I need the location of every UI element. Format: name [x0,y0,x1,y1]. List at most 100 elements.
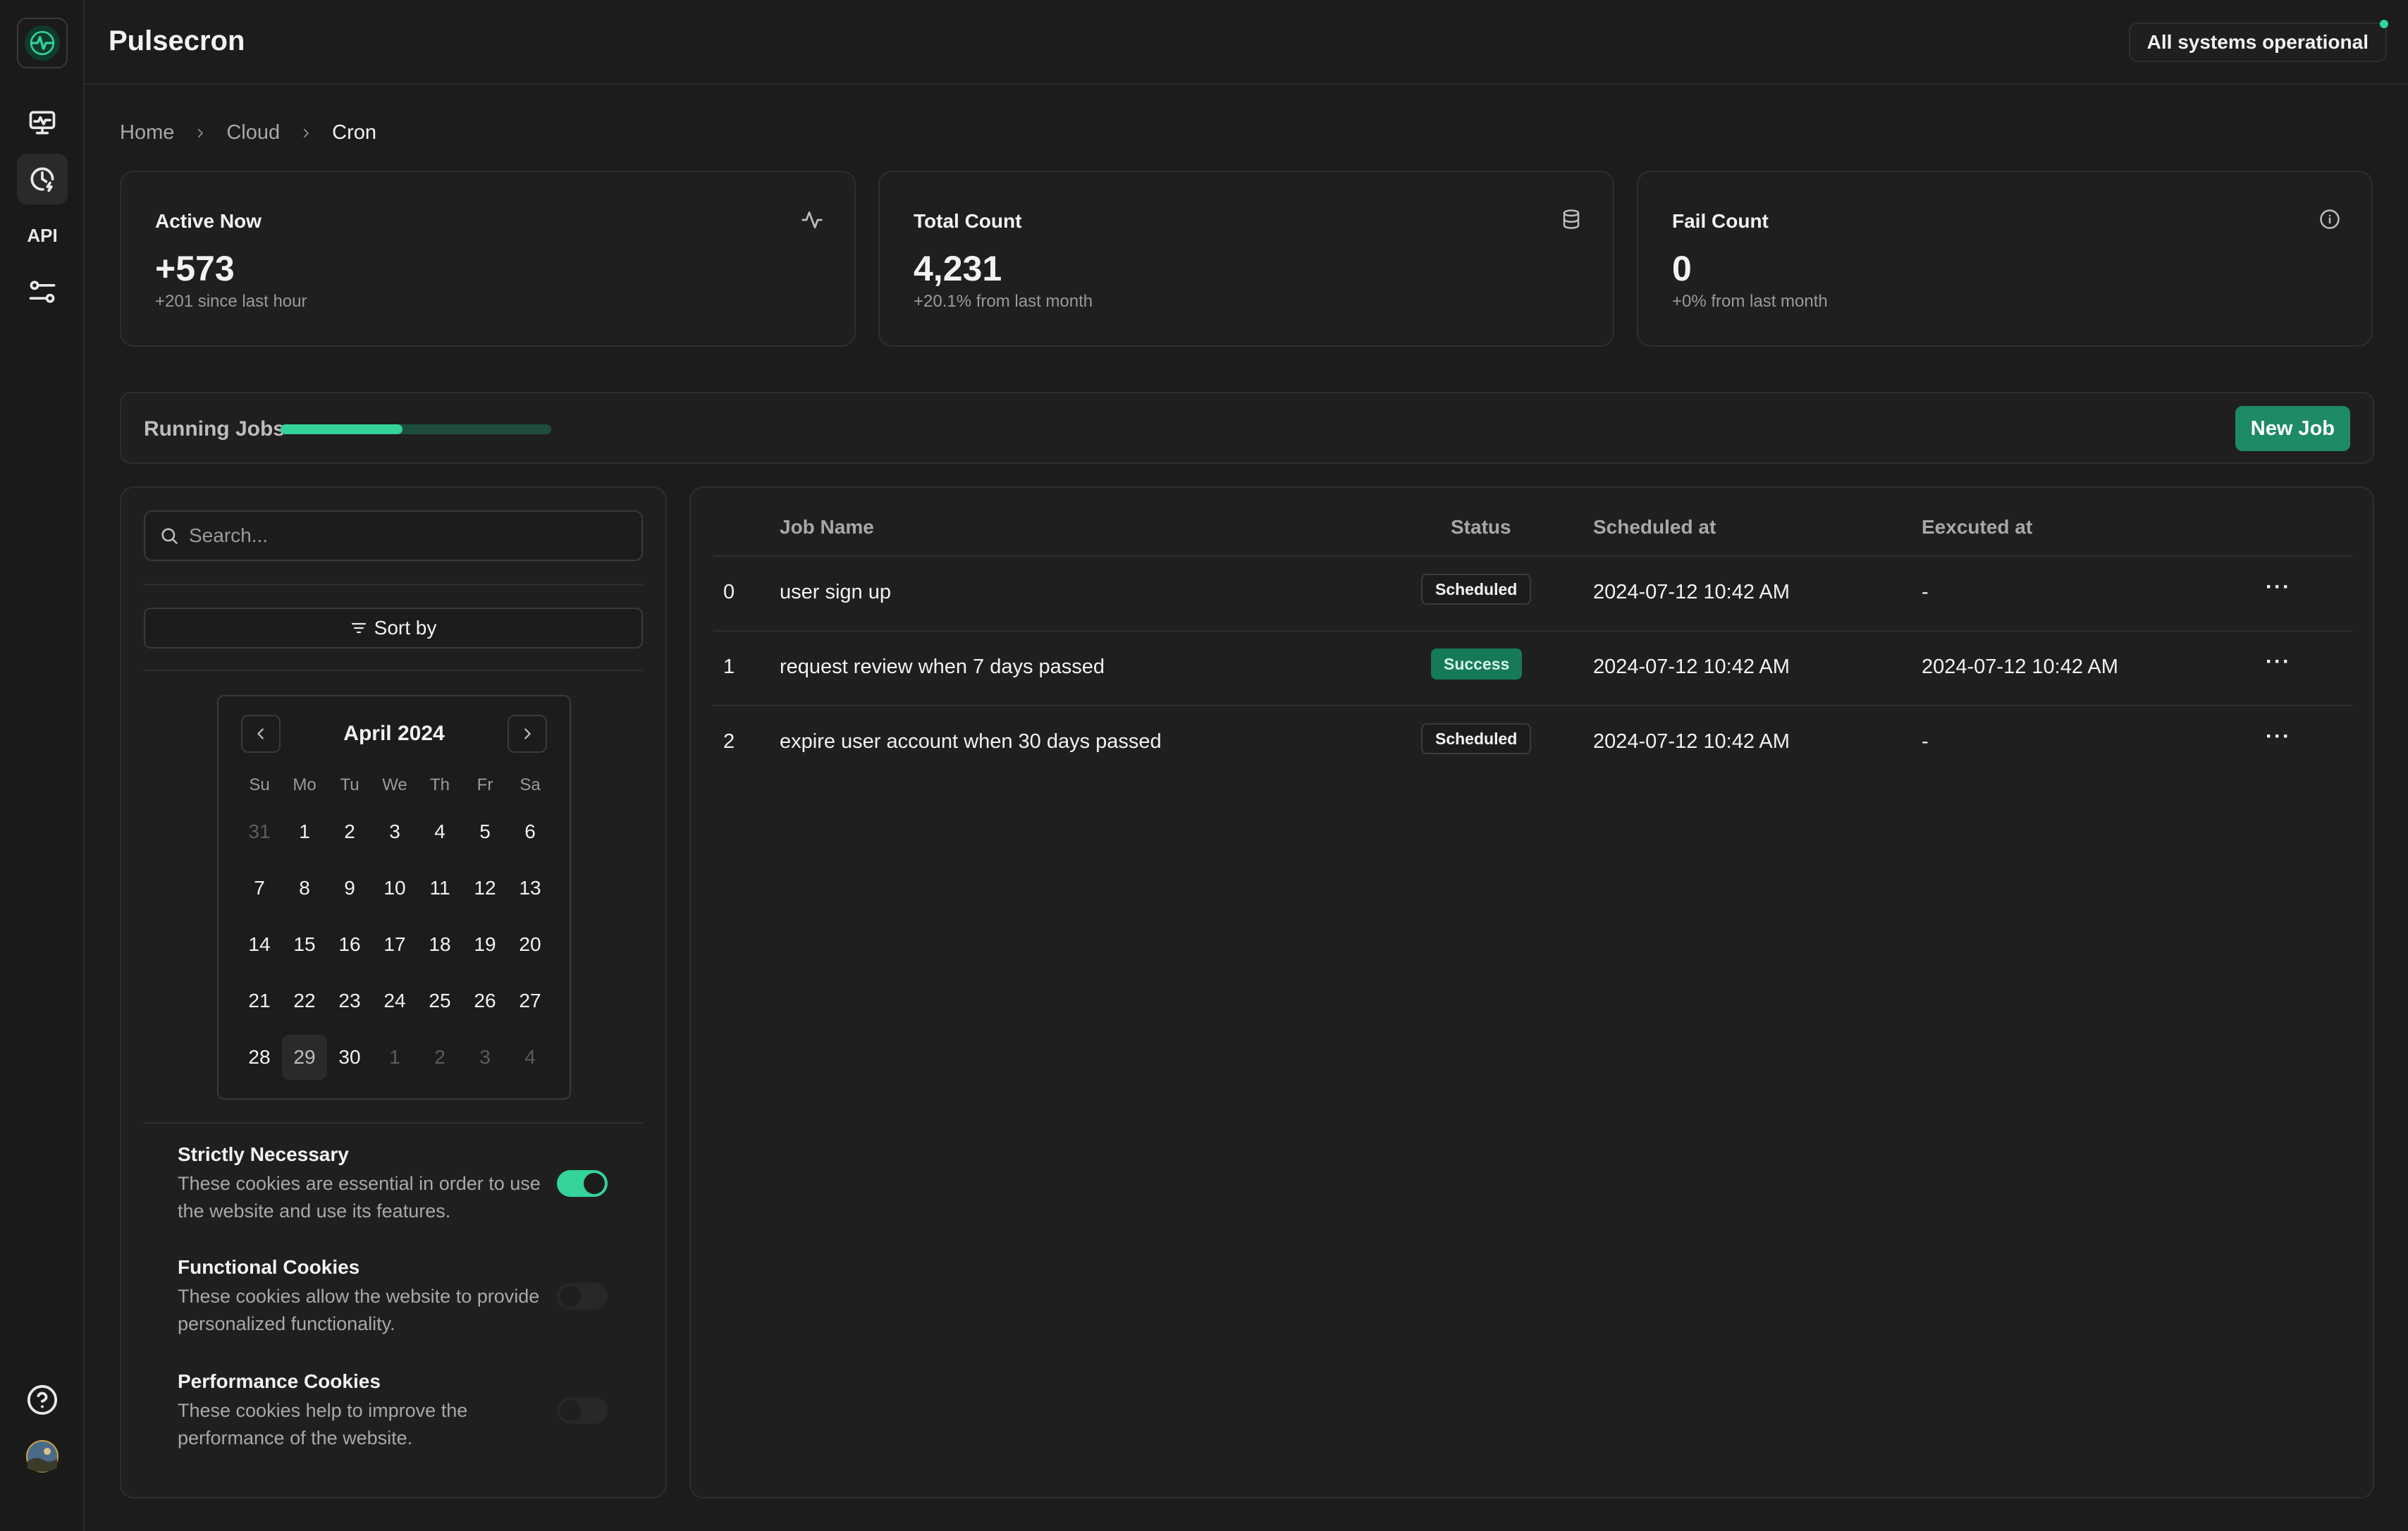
calendar-next-button[interactable] [508,715,547,753]
job-id: 0 [723,581,735,603]
cookie-title: Strictly Necessary [178,1143,349,1165]
row-divider [713,705,2353,706]
avatar[interactable] [17,1431,68,1482]
sidebar-item-settings[interactable] [17,266,68,317]
row-divider [713,555,2353,557]
column-header-scheduled-at[interactable]: Scheduled at [1593,516,1716,539]
job-name[interactable]: request review when 7 days passed [780,656,1105,679]
avatar-image [26,1440,59,1472]
calendar-day[interactable]: 4 [508,1035,553,1080]
app-logo[interactable] [17,18,68,68]
calendar-day[interactable]: 26 [462,978,508,1023]
column-header-executed-at[interactable]: Eexcuted at [1922,516,2032,539]
calendar-day[interactable]: 16 [327,922,372,967]
calendar-day[interactable]: 12 [462,866,508,911]
sidebar-item-cron[interactable] [17,154,68,204]
status-dot-icon [2380,20,2388,28]
sort-by-button[interactable]: Sort by [144,608,643,648]
weekday: Su [249,775,270,794]
executed-at: 2024-07-12 10:42 AM [1922,656,2118,678]
calendar-day-today[interactable]: 29 [282,1035,327,1080]
calendar-day[interactable]: 11 [417,866,462,911]
calendar-day[interactable]: 27 [508,978,553,1023]
calendar-day[interactable]: 2 [417,1035,462,1080]
calendar-day[interactable]: 5 [462,809,508,854]
cookie-title: Performance Cookies [178,1370,381,1392]
weekday: Fr [477,775,493,794]
calendar-day[interactable]: 13 [508,866,553,911]
stat-value: 0 [1672,249,1692,288]
calendar-day[interactable]: 14 [237,922,282,967]
app-title: Pulsecron [109,25,245,56]
calendar-day[interactable]: 10 [372,866,417,911]
calendar-day[interactable]: 3 [462,1035,508,1080]
row-menu-icon[interactable]: ··· [2266,650,2291,674]
job-name[interactable]: user sign up [780,581,891,604]
breadcrumb-home[interactable]: Home [120,121,174,145]
cookie-description: These cookies are essential in order to … [178,1173,541,1222]
row-menu-icon[interactable]: ··· [2266,725,2291,749]
calendar-week: 7 8 9 10 11 12 13 [237,866,553,911]
info-icon [2319,209,2340,233]
calendar-day[interactable]: 1 [282,809,327,854]
calendar-day[interactable]: 2 [327,809,372,854]
calendar-day[interactable]: 9 [327,866,372,911]
sidebar-item-monitor[interactable] [17,97,68,148]
status-badge: Scheduled [1421,723,1532,754]
system-status-badge[interactable]: All systems operational [2128,20,2388,62]
new-job-button[interactable]: New Job [2235,406,2350,451]
column-header-job-name[interactable]: Job Name [780,516,874,539]
calendar-day[interactable]: 24 [372,978,417,1023]
divider [144,584,643,585]
breadcrumb-cloud[interactable]: Cloud [226,121,280,145]
strictly-necessary-toggle[interactable] [557,1170,608,1197]
calendar-day[interactable]: 6 [508,809,553,854]
calendar-day[interactable]: 28 [237,1035,282,1080]
calendar-day[interactable]: 31 [237,809,282,854]
stat-label: Total Count [914,210,1022,232]
jobs-table: Job Name Status Scheduled at Eexcuted at… [689,486,2374,1499]
calendar-day[interactable]: 22 [282,978,327,1023]
calendar-day[interactable]: 17 [372,922,417,967]
calendar-day[interactable]: 30 [327,1035,372,1080]
help-icon [27,1384,58,1415]
stat-label: Fail Count [1672,210,1769,232]
cookie-description: These cookies allow the website to provi… [178,1286,540,1334]
calendar-day[interactable]: 25 [417,978,462,1023]
functional-cookies-toggle[interactable] [557,1283,608,1310]
sidebar-item-api-label: API [27,224,58,246]
calendar-day[interactable]: 4 [417,809,462,854]
stat-card-fail-count: Fail Count 0 +0% from last month [1637,171,2373,347]
row-menu-icon[interactable]: ··· [2266,575,2291,599]
chevron-right-icon [524,728,531,739]
calendar-day[interactable]: 1 [372,1035,417,1080]
chevron-right-icon [194,127,207,140]
stat-card-active-now: Active Now +573 +201 since last hour [120,171,856,347]
calendar-day[interactable]: 23 [327,978,372,1023]
calendar-day[interactable]: 18 [417,922,462,967]
help-button[interactable] [17,1375,68,1425]
status-badge: Scheduled [1421,574,1532,605]
calendar-day[interactable]: 19 [462,922,508,967]
search-input[interactable]: Search... [144,510,643,561]
calendar-day[interactable]: 8 [282,866,327,911]
column-header-status[interactable]: Status [1451,516,1511,539]
job-id: 2 [723,730,735,753]
calendar-day[interactable]: 3 [372,809,417,854]
stat-sub: +0% from last month [1672,292,1828,311]
calendar-day[interactable]: 15 [282,922,327,967]
sidebar-item-api[interactable]: API [17,210,68,261]
divider [144,670,643,671]
weekday: Th [429,775,450,794]
sidebar: API [0,0,85,1531]
calendar-day[interactable]: 7 [237,866,282,911]
performance-cookies-toggle[interactable] [557,1397,608,1424]
calendar-day[interactable]: 20 [508,922,553,967]
running-jobs-progress [281,424,551,434]
job-name[interactable]: expire user account when 30 days passed [780,730,1162,754]
cookie-title: Functional Cookies [178,1256,360,1278]
calendar-day[interactable]: 21 [237,978,282,1023]
executed-at: - [1922,730,1929,753]
cookie-description: These cookies help to improve the perfor… [178,1400,468,1449]
sort-by-label: Sort by [374,617,437,639]
